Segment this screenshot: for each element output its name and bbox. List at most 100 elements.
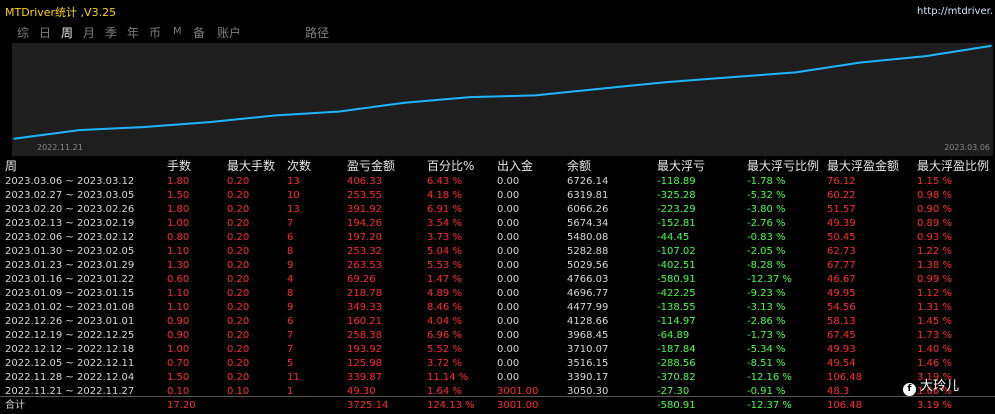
table-row[interactable]: 2023.01.02 ~ 2023.01.08 1.10 0.20 9 349.33 8.… [0,301,995,315]
table-cell: -114.97 [657,316,696,327]
tab-year[interactable]: 年 [127,24,139,41]
tab-month[interactable]: 月 [83,24,95,41]
tab-account[interactable]: 账户 [217,24,241,41]
table-row[interactable]: 2022.12.19 ~ 2022.12.25 0.90 0.20 7 258.38 6.… [0,329,995,343]
total-cell: -580.91 [657,400,696,411]
total-cell: 106.48 [827,400,862,411]
tab-path[interactable]: 路径 [305,24,329,41]
total-cell: 合计 [5,400,25,411]
table-cell: 5 [287,358,294,369]
table-cell: -12.37 % [747,274,792,285]
table-cell: 0.00 [497,204,520,215]
table-cell: 46.67 [827,274,856,285]
table-cell: 51.57 [827,204,856,215]
table-cell: 0.90 [167,316,190,327]
total-cell: 3725.14 [347,400,389,411]
column-header[interactable]: 出入金 [497,158,533,174]
table-cell: 10 [287,190,300,201]
column-header[interactable]: 最大浮亏 [657,158,705,174]
table-cell: 263.53 [347,260,382,271]
column-header[interactable]: 次数 [287,158,311,174]
table-row[interactable]: 2023.03.06 ~ 2023.03.12 1.80 0.20 13 406.33 6… [0,175,995,189]
table-cell: 49.95 [827,288,856,299]
table-cell: 2023.03.06 ~ 2023.03.12 [5,176,135,187]
table-cell: 106.48 [827,372,862,383]
table-row[interactable]: 2023.01.16 ~ 2023.01.22 0.60 0.20 4 69.26 1.4… [0,273,995,287]
table-cell: 2023.02.27 ~ 2023.03.05 [5,190,135,201]
table-cell: 4696.77 [567,288,609,299]
table-row[interactable]: 2022.12.05 ~ 2022.12.11 0.70 0.20 5 125.98 3.… [0,357,995,371]
tab-quarter[interactable]: 季 [105,24,117,41]
table-cell: 0.00 [497,260,520,271]
table-cell: -2.76 % [747,218,786,229]
balance-point [599,87,601,90]
table-cell: 11.14 % [427,372,469,383]
column-header[interactable]: 最大浮亏比例 [747,158,819,174]
watermark-text: 大玲儿 [920,379,960,394]
tab-overview[interactable]: 综 [17,24,29,41]
table-cell: 197.20 [347,232,382,243]
table-cell: 1.80 [167,176,190,187]
table-cell: 6.43 % [427,176,462,187]
table-row[interactable]: 2023.02.27 ~ 2023.03.05 1.50 0.20 10 253.55 4… [0,189,995,203]
table-cell: 1.50 [167,190,190,201]
tab-day[interactable]: 日 [39,24,51,41]
table-cell: 5674.34 [567,218,609,229]
table-cell: -580.91 [657,274,696,285]
tab-notes[interactable]: 备 [193,24,205,41]
table-cell: -187.84 [657,344,696,355]
site-url-link[interactable]: http://mtdriver. [917,6,993,17]
balance-series-line [13,44,992,140]
column-header[interactable]: 最大浮盈金额 [827,158,899,174]
table-cell: 0.20 [227,190,250,201]
table-cell: 0.20 [227,232,250,243]
table-row[interactable]: 2022.12.12 ~ 2022.12.18 1.00 0.20 7 193.92 5.… [0,343,995,357]
column-header[interactable]: 余额 [567,158,591,174]
table-cell: 2022.12.12 ~ 2022.12.18 [5,344,135,355]
table-cell: 0.00 [497,302,520,313]
table-cell: 0.20 [227,260,250,271]
column-header[interactable]: 盈亏金额 [347,158,395,174]
balance-point [469,96,471,98]
table-cell: 60.22 [827,190,856,201]
table-cell: 0.20 [227,316,250,327]
table-cell: -1.73 % [747,330,786,341]
table-row[interactable]: 2022.12.26 ~ 2023.01.01 0.90 0.20 6 160.21 4.… [0,315,995,329]
table-cell: 2023.01.09 ~ 2023.01.15 [5,288,135,299]
tab-week[interactable]: 周 [61,24,73,41]
table-cell: 1.30 [167,260,190,271]
table-cell: -5.34 % [747,344,786,355]
tab-currency[interactable]: 币 [149,24,161,41]
table-cell: 3.72 % [427,358,462,369]
column-header[interactable]: 手数 [167,158,191,174]
column-header[interactable]: 最大浮盈比例 [917,158,989,174]
table-cell: -3.80 % [747,204,786,215]
table-cell: 1.73 % [917,330,952,341]
table-row[interactable]: 2023.02.13 ~ 2023.02.19 1.00 0.20 7 194.26 3.… [0,217,995,231]
table-cell: 4.89 % [427,288,462,299]
balance-chart: 2022.11.21 2023.03.06 [12,43,993,156]
table-row[interactable]: 2023.01.23 ~ 2023.01.29 1.30 0.20 9 263.53 5.… [0,259,995,273]
tab-magic[interactable]: M [173,26,182,37]
table-row[interactable]: 2022.11.28 ~ 2022.12.04 1.50 0.20 11 339.87 1… [0,371,995,385]
table-cell: -1.78 % [747,176,786,187]
table-cell: 6319.81 [567,190,609,201]
table-row[interactable]: 2023.02.06 ~ 2023.02.12 0.80 0.20 6 197.20 3.… [0,231,995,245]
table-row[interactable]: 2023.01.30 ~ 2023.02.05 1.10 0.20 8 253.32 5.… [0,245,995,259]
table-cell: 3.73 % [427,232,462,243]
table-cell: -288.56 [657,358,696,369]
column-header[interactable]: 最大手数 [227,158,275,174]
table-cell: 0.00 [497,176,520,187]
table-cell: -402.51 [657,260,696,271]
table-cell: 0.80 [167,232,190,243]
table-cell: 0.89 % [917,218,952,229]
column-header[interactable]: 周 [5,158,17,174]
total-cell: 17.20 [167,400,196,411]
total-cell: 3.19 % [917,400,952,411]
table-cell: 1.00 [167,218,190,229]
column-header[interactable]: 百分比% [427,158,474,174]
table-row[interactable]: 2023.02.20 ~ 2023.02.26 1.80 0.20 13 391.92 6… [0,203,995,217]
table-row[interactable]: 2023.01.09 ~ 2023.01.15 1.10 0.20 8 218.78 4.… [0,287,995,301]
watermark-logo-icon: f [903,383,916,396]
table-cell: -8.28 % [747,260,786,271]
